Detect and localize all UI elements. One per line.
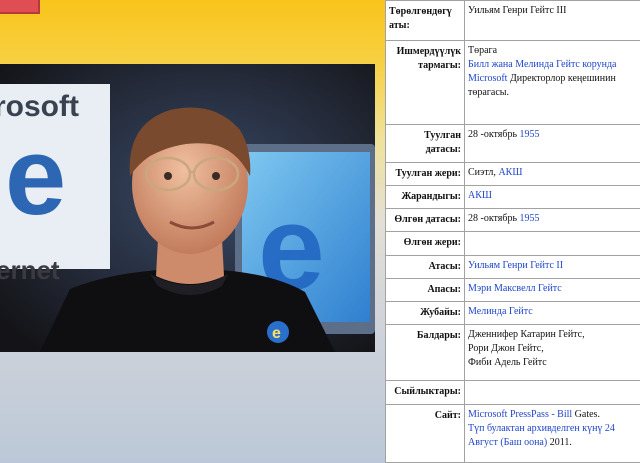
infobox-value-death-place — [464, 231, 640, 256]
infobox-label-website: Сайт: — [385, 403, 465, 463]
infobox-value-mother: Мэри Максвелл Гейтс — [464, 277, 640, 302]
infobox-row-birth-name: Төрөлгөндөгү аты: Уильям Генри Гейтс III — [385, 0, 640, 42]
infobox-link[interactable]: Түп булактан архивделген күнү 24 Август … — [468, 423, 615, 448]
infobox-value-father: Уильям Генри Гейтс II — [464, 254, 640, 279]
infobox-body: Төрөлгөндөгү аты: Уильям Генри Гейтс III И… — [385, 0, 640, 463]
infobox-row-awards: Сыйлыктары: — [385, 380, 640, 405]
infobox-value-children: Дженнифер Катарин Гейтс, Рори Джон Гейтс,… — [464, 323, 640, 382]
infobox-row-death-date: Өлгөн датасы: 28 -октябрь 1955 — [385, 208, 640, 233]
infobox-text: Рори Джон Гейтс, — [468, 343, 544, 354]
infobox-value-birth-date: 28 -октябрь 1955 — [464, 123, 640, 164]
infobox-text: 2011. — [547, 436, 572, 448]
infobox-row-website: Сайт: Microsoft PressPass - Bill Gates. Тү… — [385, 403, 640, 463]
infobox-value-occupation: Төрага Билл жана Мелинда Гейтс корунда Mi… — [464, 40, 640, 125]
left-panel: rosoft e ernet e e — [0, 0, 385, 463]
infobox-row-spouse: Жубайы: Мелинда Гейтс — [385, 300, 640, 326]
infobox-link[interactable]: 1955 — [520, 213, 540, 224]
infobox-value-death-date: 28 -октябрь 1955 — [464, 208, 640, 233]
bg-text-ernet: ernet — [0, 255, 60, 285]
infobox-value-spouse: Мелинда Гейтс — [464, 300, 640, 326]
infobox-value-citizenship: АКШ — [464, 185, 640, 210]
infobox-label-birth-place: Туулган жери: — [385, 162, 465, 187]
infobox-row-mother: Апасы: Мэри Максвелл Гейтс — [385, 277, 640, 302]
infobox-link[interactable]: 1955 — [520, 129, 540, 140]
infobox-text: 28 -октябрь — [468, 128, 520, 140]
infobox-label-death-place: Өлгөн жери: — [385, 231, 465, 256]
infobox-row-father: Атасы: Уильям Генри Гейтс II — [385, 254, 640, 279]
infobox-value-birth-place: Сиэтл, АКШ — [464, 162, 640, 187]
infobox-value-website: Microsoft PressPass - Bill Gates. Түп бул… — [464, 403, 640, 463]
infobox-row-children: Балдары: Дженнифер Катарин Гейтс, Рори Джо… — [385, 323, 640, 382]
infobox-row-occupation: Ишмердүүлүк тармагы: Төрага Билл жана Мели… — [385, 40, 640, 125]
infobox-link[interactable]: АКШ — [468, 190, 492, 201]
infobox-link[interactable]: АКШ — [498, 167, 522, 178]
infobox-value-awards — [464, 380, 640, 405]
infobox-text: Дженнифер Катарин Гейтс, — [468, 329, 585, 340]
infobox-text: Gates. — [572, 408, 600, 420]
corner-badge — [0, 0, 40, 14]
infobox-link[interactable]: Уильям Генри Гейтс II — [468, 260, 563, 271]
infobox-row-birth-place: Туулган жери: Сиэтл, АКШ — [385, 162, 640, 187]
shirt-logo-letter: e — [272, 325, 281, 342]
infobox-label-occupation: Ишмердүүлүк тармагы: — [385, 40, 465, 125]
infobox-text: 28 -октябрь — [468, 213, 520, 225]
infobox-link[interactable]: Мелинда Гейтс — [468, 306, 533, 317]
infobox-value-birth-name: Уильям Генри Гейтс III — [464, 0, 640, 42]
infobox-text: Фиби Адель Гейтс — [468, 357, 547, 368]
infobox-label-spouse: Жубайы: — [385, 300, 465, 326]
infobox-link[interactable]: Мэри Максвелл Гейтс — [468, 283, 562, 294]
infobox-text: Сиэтл, — [468, 167, 499, 179]
svg-text:e: e — [5, 115, 66, 238]
infobox-link[interactable]: Microsoft PressPass - Bill — [468, 409, 572, 420]
infobox-label-mother: Апасы: — [385, 277, 465, 302]
infobox-label-citizenship: Жарандыгы: — [385, 185, 465, 210]
infobox-table: Төрөлгөндөгү аты: Уильям Генри Гейтс III И… — [385, 0, 640, 463]
portrait-image: rosoft e ernet e e — [0, 64, 375, 352]
infobox-label-father: Атасы: — [385, 254, 465, 279]
infobox-label-awards: Сыйлыктары: — [385, 380, 465, 405]
infobox-text: Төрага — [468, 45, 498, 57]
infobox-label-death-date: Өлгөн датасы: — [385, 208, 465, 233]
infobox-label-birth-date: Туулган датасы: — [385, 123, 465, 164]
infobox-row-death-place: Өлгөн жери: — [385, 231, 640, 256]
portrait-photo: rosoft e ernet e e — [0, 64, 375, 352]
infobox-row-birth-date: Туулган датасы: 28 -октябрь 1955 — [385, 123, 640, 164]
infobox-row-citizenship: Жарандыгы: АКШ — [385, 185, 640, 210]
infobox-label-children: Балдары: — [385, 323, 465, 382]
infobox-text: Уильям Генри Гейтс III — [468, 5, 567, 16]
infobox-label-birth-name: Төрөлгөндөгү аты: — [385, 0, 465, 42]
